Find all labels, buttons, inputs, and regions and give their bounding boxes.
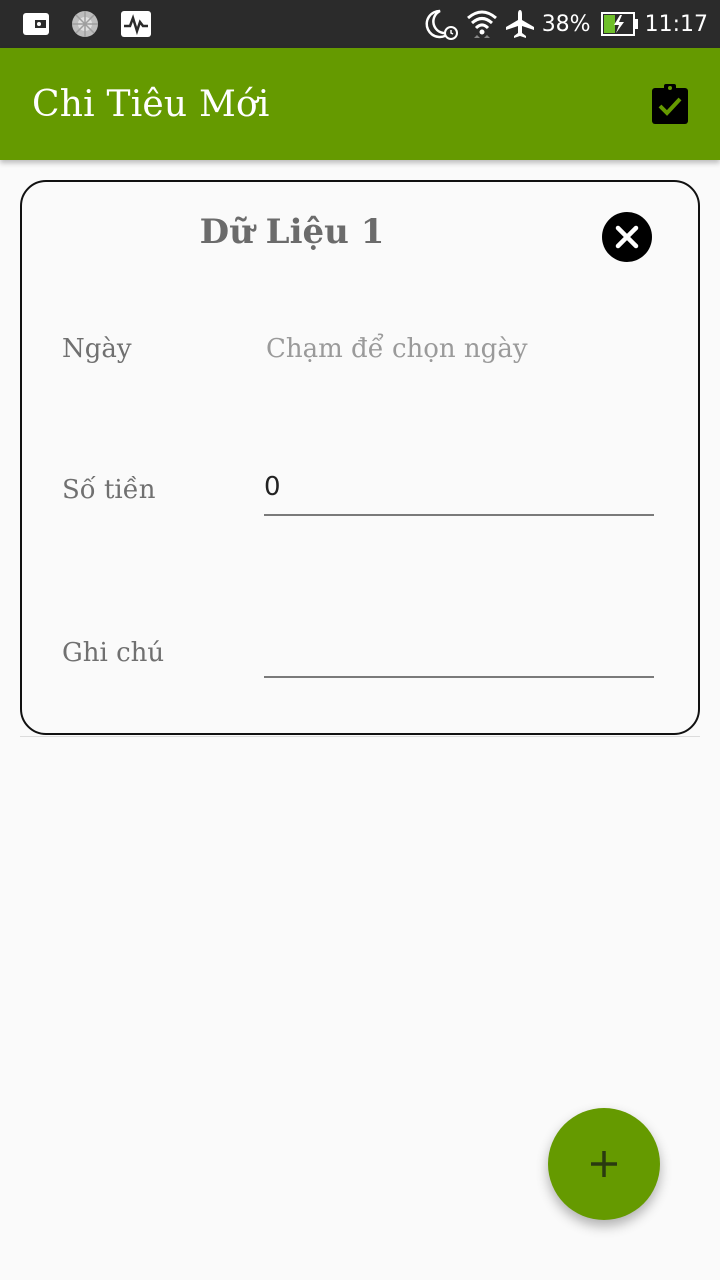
app-bar: Chi Tiêu Mới — [0, 48, 720, 160]
note-label: Ghi chú — [62, 638, 165, 668]
entry-card-title: Dữ Liệu 1 — [199, 212, 385, 252]
page-title: Chi Tiêu Mới — [32, 83, 270, 125]
status-bar: 38% 11:17 — [0, 0, 720, 48]
battery-percent: 38% — [541, 11, 591, 37]
loading-icon — [70, 9, 100, 39]
clipboard-check-icon — [652, 84, 688, 124]
divider — [20, 736, 700, 737]
save-button[interactable] — [648, 82, 692, 126]
status-bar-left — [22, 9, 172, 39]
date-picker[interactable]: Chạm để chọn ngày — [266, 334, 528, 364]
entry-card: Dữ Liệu 1 Ngày Chạm để chọn ngày Số tiền… — [20, 180, 700, 735]
plus-icon — [591, 1151, 617, 1177]
wallet-icon — [22, 11, 50, 37]
airplane-icon — [504, 8, 536, 40]
clock: 11:17 — [644, 11, 708, 37]
screen: 38% 11:17 Chi Tiêu Mới Dữ Liệu 1 Ngày Ch… — [0, 0, 720, 1280]
status-bar-right: 38% 11:17 — [418, 8, 708, 40]
date-label: Ngày — [62, 334, 132, 364]
close-icon — [615, 225, 639, 249]
activity-icon — [120, 10, 152, 38]
battery-charging-icon — [600, 12, 639, 36]
add-entry-button[interactable] — [548, 1108, 660, 1220]
wifi-icon — [466, 8, 498, 40]
amount-label: Số tiền — [62, 475, 156, 505]
remove-entry-button[interactable] — [602, 212, 652, 262]
note-input[interactable] — [264, 630, 654, 678]
moon-alarm-icon — [424, 8, 460, 40]
amount-input[interactable] — [264, 468, 654, 516]
